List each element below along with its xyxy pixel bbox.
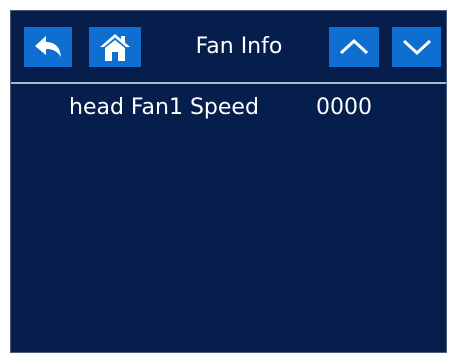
fan-speed-label: head Fan1 Speed bbox=[69, 95, 259, 120]
fan-speed-value: 0000 bbox=[316, 95, 372, 120]
home-icon bbox=[98, 32, 132, 62]
scroll-up-button[interactable] bbox=[329, 27, 379, 67]
header-bar: Fan Info bbox=[11, 11, 446, 84]
home-button[interactable] bbox=[89, 27, 141, 67]
page-title: Fan Info bbox=[195, 34, 283, 59]
chevron-down-icon bbox=[402, 38, 432, 56]
scroll-down-button[interactable] bbox=[392, 27, 441, 67]
chevron-up-icon bbox=[339, 38, 369, 56]
fan-info-screen: Fan Info head Fan1 Speed 0000 bbox=[10, 10, 447, 353]
fan-speed-row: head Fan1 Speed 0000 bbox=[11, 91, 446, 125]
back-button[interactable] bbox=[24, 27, 72, 67]
back-arrow-icon bbox=[33, 35, 63, 59]
